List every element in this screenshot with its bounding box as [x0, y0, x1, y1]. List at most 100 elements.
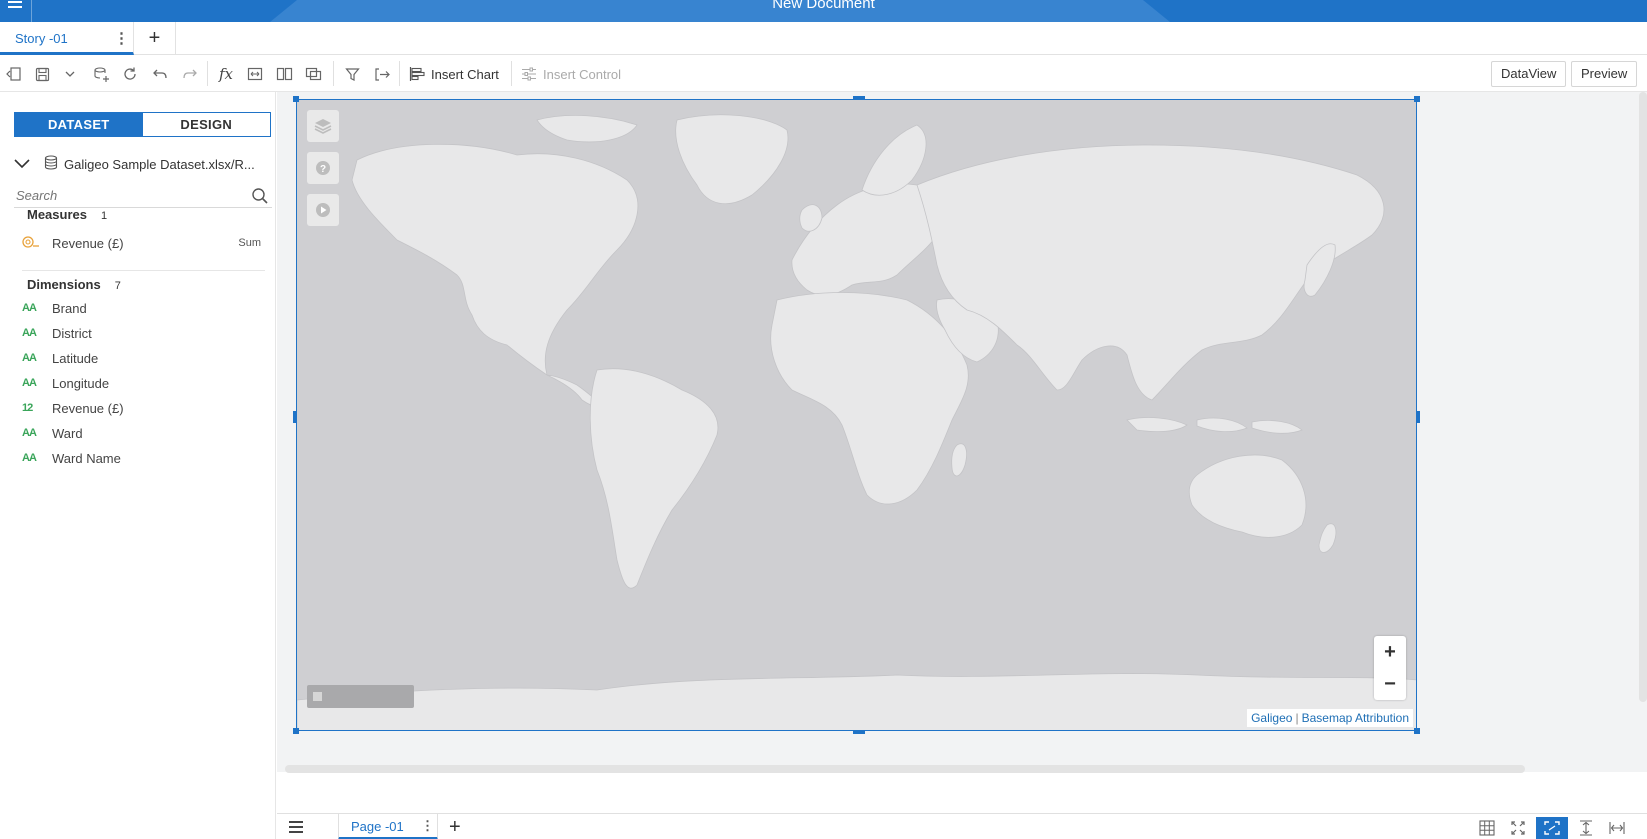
insert-chart-label: Insert Chart — [431, 66, 499, 82]
dimension-item[interactable]: AA Latitude — [22, 347, 267, 369]
vertical-scrollbar[interactable] — [1639, 92, 1647, 702]
page-tab-bar: Page -01 ⋮ + — [277, 813, 1647, 839]
columns-layout-icon[interactable] — [274, 64, 294, 84]
bar-chart-icon — [409, 67, 425, 81]
add-page-button[interactable]: + — [449, 814, 469, 839]
dimension-name: Longitude — [52, 375, 110, 391]
dimension-item[interactable]: AA Brand — [22, 297, 267, 319]
page-tab-menu-icon[interactable]: ⋮ — [421, 818, 434, 834]
dimensions-header[interactable]: Dimensions 7 — [27, 277, 121, 292]
dataview-button[interactable]: DataView — [1491, 61, 1567, 87]
dataset-header[interactable]: Galigeo Sample Dataset.xlsx/R... — [14, 154, 272, 174]
page-tab-label: Page -01 — [351, 819, 404, 834]
text-dimension-icon: AA — [22, 302, 37, 314]
collapsed-legend[interactable] — [307, 685, 414, 708]
legend-toggle-icon[interactable] — [313, 692, 322, 701]
dimension-item[interactable]: AA Ward — [22, 422, 267, 444]
redo-icon[interactable] — [180, 64, 200, 84]
map-widget[interactable]: ? + − Galigeo | Basemap Attribution — [296, 99, 1417, 731]
save-icon[interactable] — [32, 64, 52, 84]
attribution-separator: | — [1295, 711, 1299, 725]
panel-tab-switch: DATASET DESIGN — [14, 112, 271, 137]
resize-widget-icon[interactable] — [245, 64, 265, 84]
database-icon — [44, 155, 64, 173]
fit-width-icon[interactable] — [1604, 817, 1630, 839]
section-divider — [22, 270, 265, 271]
resize-handle[interactable] — [1414, 96, 1420, 102]
grid-icon[interactable] — [1474, 817, 1500, 839]
dimensions-title: Dimensions — [27, 277, 101, 292]
dimension-name: Revenue (£) — [52, 400, 124, 416]
pages-menu-icon[interactable] — [289, 820, 305, 834]
fit-height-icon[interactable] — [1573, 817, 1599, 839]
export-icon[interactable] — [372, 64, 392, 84]
save-options-chevron-icon[interactable] — [60, 64, 80, 84]
text-dimension-icon: AA — [22, 452, 37, 464]
text-dimension-icon: AA — [22, 352, 37, 364]
zoom-in-button[interactable]: + — [1374, 636, 1406, 668]
story-tab[interactable]: Story -01 ⋮ — [0, 22, 134, 55]
undo-icon[interactable] — [150, 64, 170, 84]
dataset-name: Galigeo Sample Dataset.xlsx/R... — [64, 156, 255, 172]
dimension-name: District — [52, 325, 92, 341]
filter-icon[interactable] — [342, 64, 362, 84]
measures-title: Measures — [27, 207, 87, 222]
measure-item[interactable]: Revenue (£) Sum — [22, 232, 267, 254]
basemap-attribution-link[interactable]: Basemap Attribution — [1302, 711, 1409, 725]
search-input[interactable] — [14, 184, 234, 206]
resize-handle[interactable] — [293, 728, 299, 734]
measure-name: Revenue (£) — [52, 235, 124, 251]
chevron-down-icon[interactable] — [14, 156, 36, 172]
page-tab[interactable]: Page -01 ⋮ — [338, 813, 438, 839]
resize-handle[interactable] — [853, 96, 865, 100]
resize-handle[interactable] — [1416, 411, 1420, 423]
text-dimension-icon: AA — [22, 427, 37, 439]
insert-chart-button[interactable]: Insert Chart — [409, 64, 499, 84]
layers-icon[interactable] — [307, 110, 339, 142]
search-icon[interactable] — [251, 187, 269, 205]
help-icon[interactable]: ? — [307, 152, 339, 184]
fit-screen-icon[interactable] — [1536, 817, 1568, 839]
dimension-name: Latitude — [52, 350, 99, 366]
insert-control-label: Insert Control — [543, 66, 622, 82]
measures-count: 1 — [100, 210, 108, 222]
formula-icon[interactable]: fx — [216, 64, 236, 84]
story-tab-bar: Story -01 ⋮ + — [0, 22, 1647, 55]
toolbar-separator — [511, 61, 512, 86]
dimension-item[interactable]: AA Longitude — [22, 372, 267, 394]
numeric-dimension-icon: 12 — [22, 402, 33, 414]
story-tab-menu-icon[interactable]: ⋮ — [114, 29, 129, 47]
insert-control-button[interactable]: Insert Control — [521, 64, 621, 84]
measure-aggregation[interactable]: Sum — [238, 237, 261, 249]
preview-button[interactable]: Preview — [1571, 61, 1638, 87]
add-dataset-icon[interactable] — [91, 64, 111, 84]
attribution-brand-link[interactable]: Galigeo — [1251, 711, 1292, 725]
resize-handle[interactable] — [853, 730, 865, 734]
dimension-item[interactable]: AA District — [22, 322, 267, 344]
tab-dataset[interactable]: DATASET — [15, 113, 143, 136]
zoom-control: + − — [1374, 636, 1406, 700]
world-basemap[interactable] — [297, 100, 1417, 731]
toolbar: fx Insert Chart Insert Control DataView … — [0, 55, 1647, 92]
text-dimension-icon: AA — [22, 377, 37, 389]
fit-page-icon[interactable] — [1505, 817, 1531, 839]
play-icon[interactable] — [307, 194, 339, 226]
overlay-layout-icon[interactable] — [303, 64, 323, 84]
measure-icon — [22, 235, 52, 252]
resize-handle[interactable] — [293, 411, 297, 423]
field-search — [14, 184, 272, 208]
refresh-icon[interactable] — [120, 64, 140, 84]
app-header: New Document — [0, 0, 1647, 22]
resize-handle[interactable] — [293, 96, 299, 102]
dimension-item[interactable]: AA Ward Name — [22, 447, 267, 469]
dimension-item[interactable]: 12 Revenue (£) — [22, 397, 267, 419]
resize-handle[interactable] — [1414, 728, 1420, 734]
measures-header[interactable]: Measures 1 — [27, 207, 107, 222]
toolbar-separator — [333, 61, 334, 86]
horizontal-scrollbar[interactable] — [285, 765, 1525, 773]
add-story-button[interactable]: + — [134, 22, 176, 55]
zoom-out-button[interactable]: − — [1374, 668, 1406, 700]
tab-design[interactable]: DESIGN — [142, 113, 270, 136]
left-panel: DATASET DESIGN Galigeo Sample Dataset.xl… — [0, 92, 276, 839]
collapse-panel-icon[interactable] — [4, 64, 24, 84]
